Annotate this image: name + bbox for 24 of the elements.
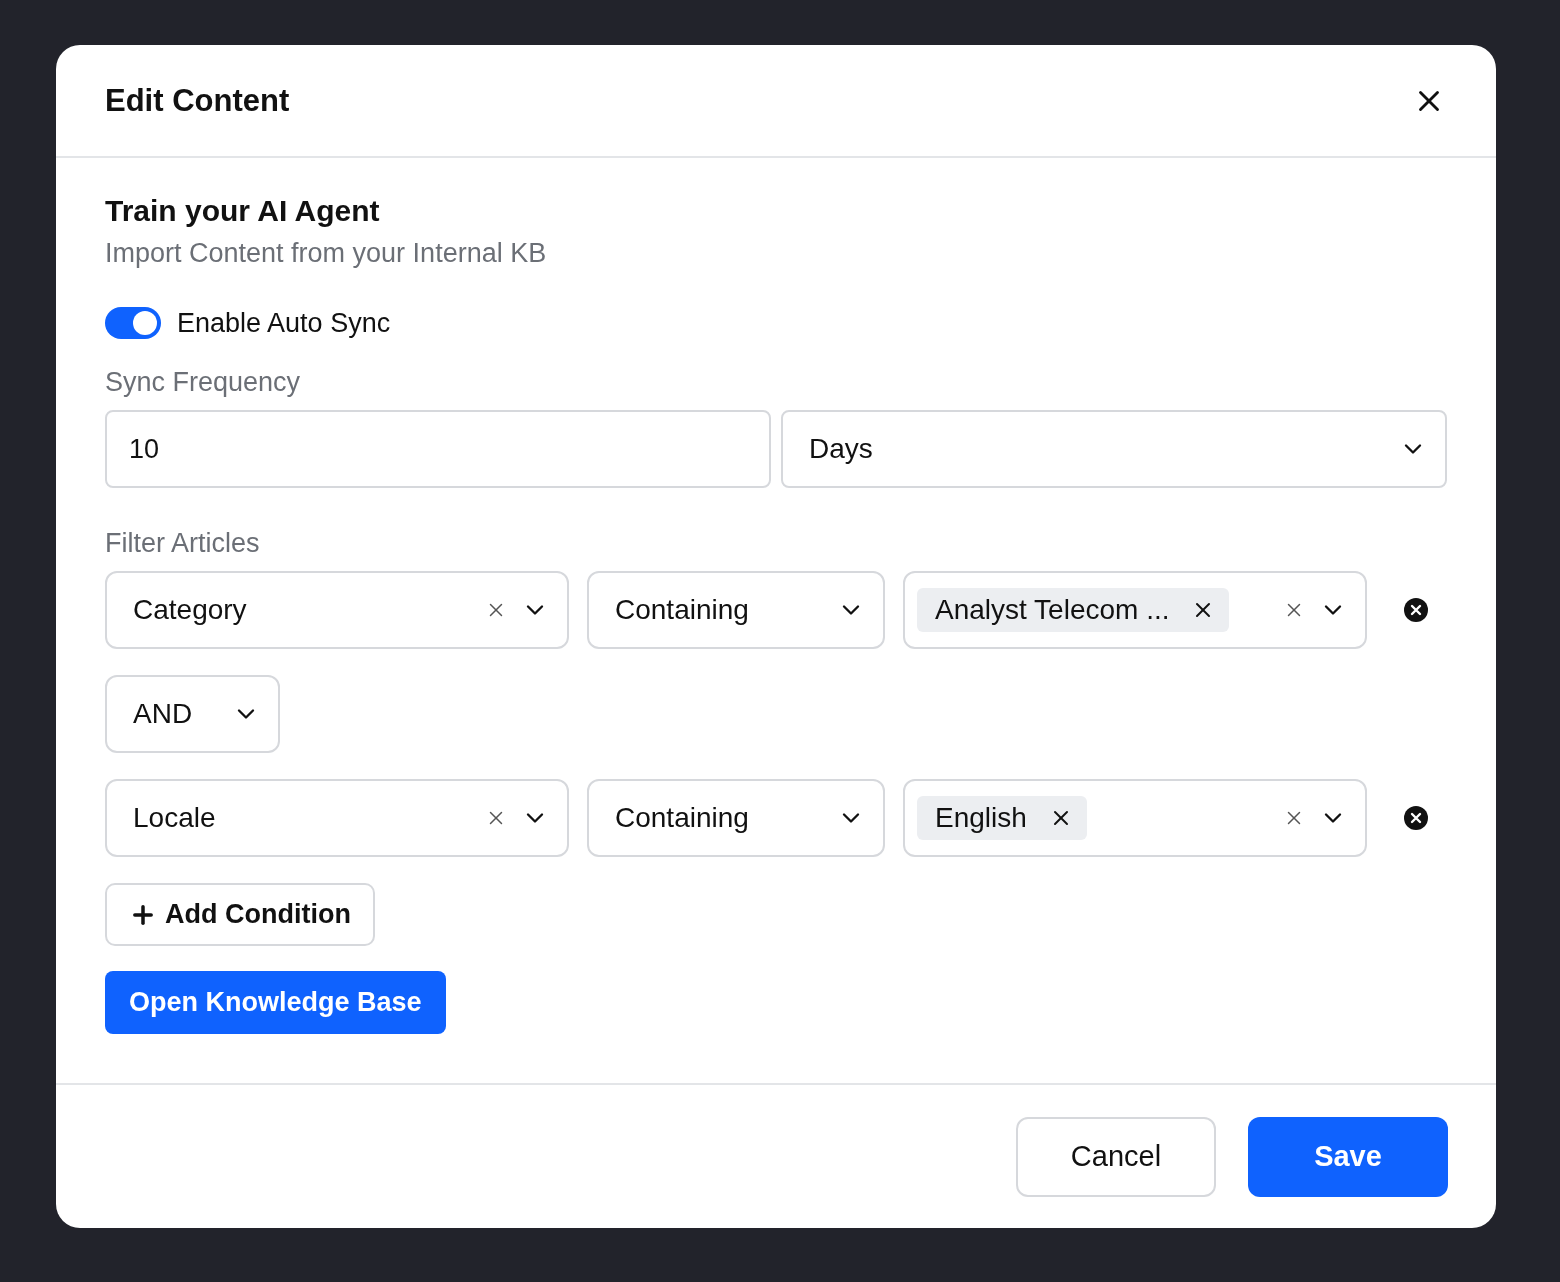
field-label: Sync Frequency (105, 367, 302, 398)
save-button[interactable]: Save (1248, 1116, 1448, 1197)
section-subtitle: Import Content from your Internal KB (105, 238, 548, 269)
auto-sync-toggle[interactable] (105, 307, 161, 339)
section-title: Train your AI Agent (105, 194, 381, 228)
toggle-label: Enable Auto Sync (177, 307, 391, 339)
field-select[interactable]: Category (105, 571, 569, 649)
remove-condition-icon[interactable] (1403, 805, 1429, 831)
cancel-button[interactable]: Cancel (1016, 1116, 1216, 1197)
dialog-title: Edit Content (105, 82, 290, 119)
field-label: Filter Articles (105, 528, 261, 559)
add-condition-button[interactable]: Add Condition (105, 883, 375, 946)
tag-label: English (935, 802, 1027, 834)
operator-select[interactable]: Containing (587, 779, 885, 857)
value-select[interactable]: Analyst Telecom ... (903, 571, 1367, 649)
frequency-input[interactable]: 10 (105, 410, 771, 488)
open-knowledge-base-button[interactable]: Open Knowledge Base (105, 971, 446, 1034)
tag-label: Analyst Telecom ... (935, 594, 1170, 626)
value-select[interactable]: English (903, 779, 1367, 857)
operator-select[interactable]: Containing (587, 571, 885, 649)
unit-select[interactable]: Days (781, 410, 1447, 488)
field-select[interactable]: Locale (105, 779, 569, 857)
connector-select[interactable]: AND (105, 675, 280, 753)
remove-condition-icon[interactable] (1403, 597, 1429, 623)
